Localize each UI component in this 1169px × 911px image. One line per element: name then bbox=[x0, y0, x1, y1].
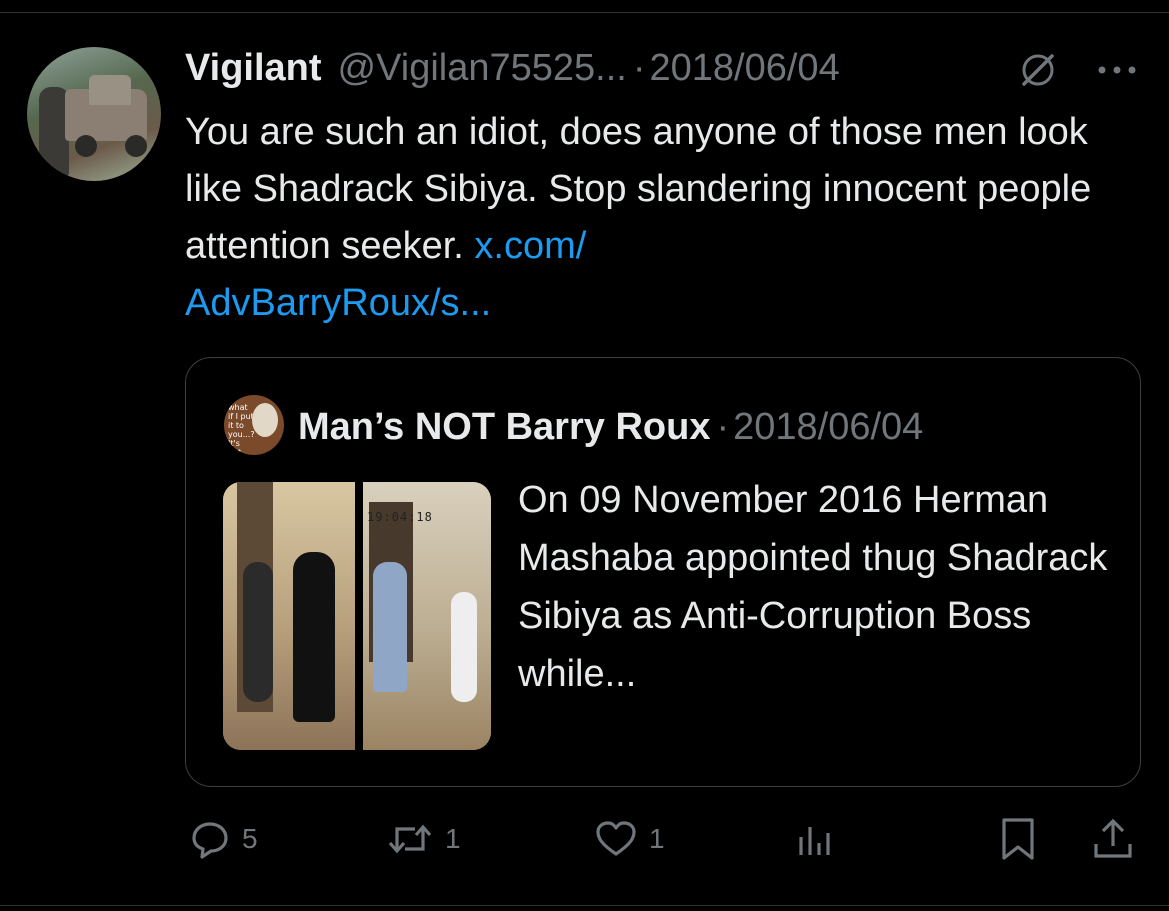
display-name[interactable]: Vigilant bbox=[185, 47, 322, 90]
separator-dot: · bbox=[632, 46, 646, 89]
avatar-truck-cab bbox=[89, 75, 131, 105]
reply-icon bbox=[188, 817, 232, 861]
tweet-date[interactable]: 2018/06/04 bbox=[650, 47, 840, 90]
avatar-wheel bbox=[125, 135, 147, 157]
repost-count: 1 bbox=[445, 823, 461, 854]
user-handle[interactable]: @Vigilan75525... bbox=[338, 47, 627, 90]
heart-icon bbox=[593, 817, 639, 861]
bookmark-icon bbox=[996, 816, 1040, 862]
grok-icon[interactable] bbox=[1016, 50, 1060, 90]
cctv-person bbox=[451, 592, 477, 702]
quoted-text: On 09 November 2016 Herman Mashaba appoi… bbox=[518, 479, 1108, 695]
repost-button[interactable]: 1 bbox=[385, 816, 461, 862]
tweet-body: You are such an idiot, does anyone of th… bbox=[185, 111, 1092, 267]
reply-button[interactable]: 5 bbox=[188, 816, 258, 862]
bookmark-button[interactable] bbox=[996, 816, 1040, 862]
quoted-avatar-face bbox=[252, 403, 278, 437]
frame-divider bbox=[355, 482, 363, 750]
quoted-date[interactable]: 2018/06/04 bbox=[733, 406, 923, 449]
views-icon bbox=[795, 817, 839, 861]
quoted-media-thumbnail[interactable]: 19:04:18 bbox=[223, 482, 491, 750]
share-button[interactable] bbox=[1090, 816, 1136, 862]
tweet-text: You are such an idiot, does anyone of th… bbox=[185, 104, 1145, 332]
quoted-header: Man’s NOT Barry Roux · 2018/06/04 bbox=[298, 400, 923, 454]
reply-count: 5 bbox=[242, 823, 258, 854]
separator-dot: · bbox=[716, 405, 730, 448]
quoted-display-name[interactable]: Man’s NOT Barry Roux bbox=[298, 406, 710, 449]
cctv-person bbox=[293, 552, 335, 722]
views-button[interactable] bbox=[795, 816, 839, 862]
more-icon[interactable] bbox=[1092, 50, 1142, 90]
like-count: 1 bbox=[649, 823, 665, 854]
cctv-person bbox=[373, 562, 407, 692]
top-divider bbox=[0, 12, 1169, 13]
cctv-person bbox=[243, 562, 273, 702]
repost-icon bbox=[385, 817, 435, 861]
share-icon bbox=[1090, 816, 1136, 862]
bottom-divider bbox=[0, 905, 1169, 906]
like-button[interactable]: 1 bbox=[593, 816, 665, 862]
avatar-wheel bbox=[75, 135, 97, 157]
quoted-avatar-text: what if I put it to you...? It's not bbox=[228, 403, 255, 455]
cctv-timestamp: 19:04:18 bbox=[367, 510, 433, 524]
avatar[interactable] bbox=[27, 47, 161, 181]
quoted-avatar[interactable]: what if I put it to you...? It's not bbox=[224, 395, 284, 455]
tweet-header: Vigilant @Vigilan75525... · 2018/06/04 bbox=[185, 42, 840, 94]
